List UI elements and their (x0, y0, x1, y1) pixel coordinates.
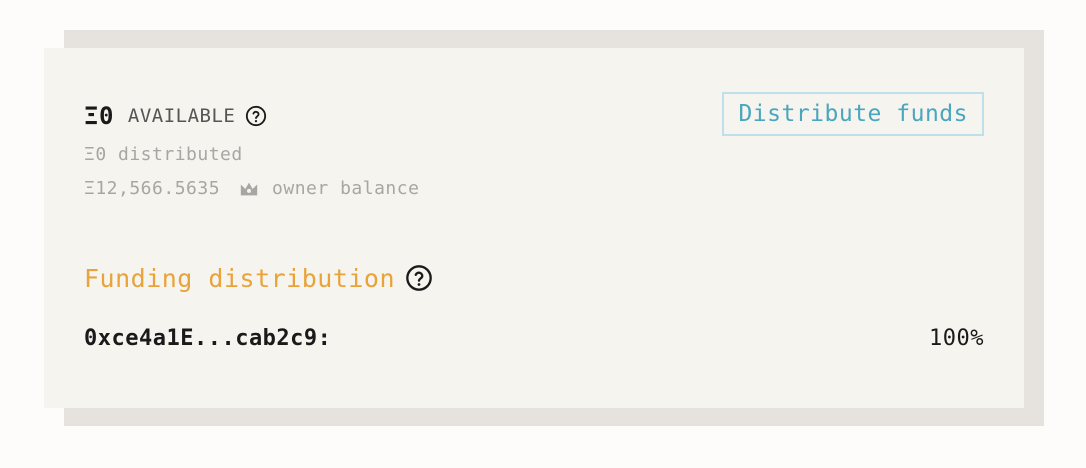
funding-distribution-title: Funding distribution (84, 263, 396, 293)
split-percent: 100% (929, 325, 984, 351)
owner-balance-row: Ξ12,566.5635 owner balance (84, 178, 419, 199)
help-circle-icon[interactable] (405, 264, 433, 292)
funding-distribution-heading: Funding distribution (84, 260, 433, 296)
available-label: AVAILABLE (127, 105, 236, 127)
owner-balance-label: owner balance (272, 178, 420, 199)
funds-card: Ξ0 AVAILABLE Distribute funds Ξ0 distrib… (44, 48, 1024, 408)
owner-balance-amount: Ξ12,566.5635 (84, 178, 221, 199)
distributed-amount: Ξ0 distributed (84, 144, 243, 165)
split-row: 0xce4a1E...cab2c9: 100% (84, 320, 984, 356)
split-address: 0xce4a1E...cab2c9: (84, 325, 332, 351)
crown-icon (238, 179, 260, 199)
distribute-funds-button[interactable]: Distribute funds (722, 92, 984, 136)
available-amount: Ξ0 (84, 102, 114, 130)
available-row: Ξ0 AVAILABLE (84, 98, 267, 134)
help-circle-icon[interactable] (245, 105, 267, 127)
